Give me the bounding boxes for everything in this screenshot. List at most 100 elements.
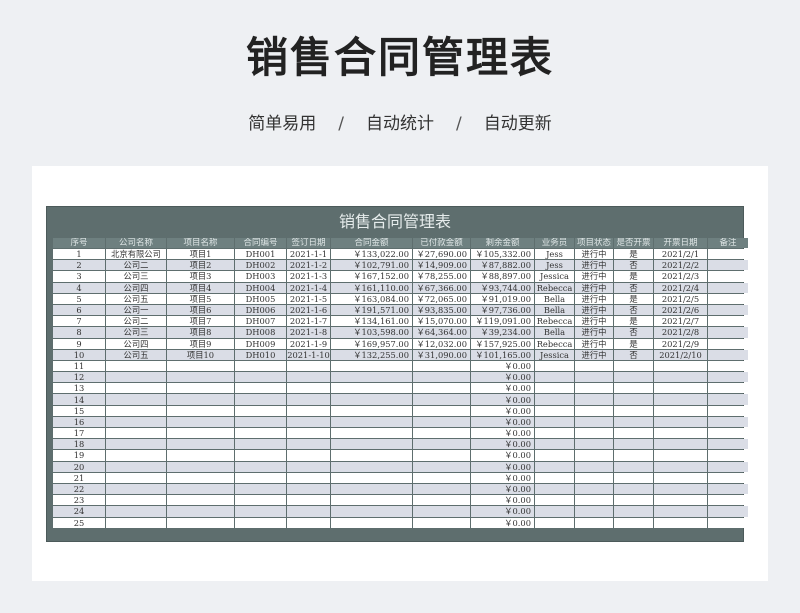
cell-col-sign-date[interactable]: [287, 428, 330, 439]
cell-col-contract-no[interactable]: [235, 372, 286, 383]
cell-col-remarks[interactable]: [708, 372, 748, 383]
cell-col-project[interactable]: [167, 495, 234, 506]
cell-col-project-status[interactable]: 进行中: [575, 316, 613, 327]
cell-col-sign-date[interactable]: [287, 472, 330, 483]
cell-col-salesperson[interactable]: [535, 372, 574, 383]
cell-col-index[interactable]: 3: [53, 271, 105, 282]
cell-col-company[interactable]: [106, 405, 166, 416]
cell-col-sign-date[interactable]: 2021-1-10: [287, 349, 330, 360]
cell-col-paid-amount[interactable]: [413, 360, 470, 372]
cell-col-invoiced[interactable]: [614, 461, 653, 472]
cell-col-invoice-date[interactable]: [654, 483, 707, 495]
cell-col-remaining-amount[interactable]: ￥87,882.00: [471, 260, 534, 271]
cell-col-salesperson[interactable]: [535, 360, 574, 372]
cell-col-remaining-amount[interactable]: ￥0.00: [471, 472, 534, 483]
cell-col-invoice-date[interactable]: 2021/2/3: [654, 271, 707, 282]
cell-col-invoice-date[interactable]: 2021/2/10: [654, 349, 707, 360]
cell-col-invoice-date[interactable]: [654, 360, 707, 372]
cell-col-contract-amount[interactable]: ￥161,110.00: [331, 282, 412, 293]
cell-col-project[interactable]: [167, 461, 234, 472]
cell-col-contract-amount[interactable]: [331, 483, 412, 495]
cell-col-sign-date[interactable]: [287, 506, 330, 517]
cell-col-salesperson[interactable]: [535, 450, 574, 461]
cell-col-contract-no[interactable]: DH002: [235, 260, 286, 271]
cell-col-paid-amount[interactable]: ￥64,364.00: [413, 327, 470, 338]
cell-col-company[interactable]: [106, 506, 166, 517]
cell-col-invoiced[interactable]: 是: [614, 316, 653, 327]
cell-col-project[interactable]: [167, 372, 234, 383]
cell-col-paid-amount[interactable]: [413, 517, 470, 528]
cell-col-sign-date[interactable]: [287, 483, 330, 495]
cell-col-paid-amount[interactable]: [413, 506, 470, 517]
cell-col-invoiced[interactable]: 是: [614, 249, 653, 260]
cell-col-remaining-amount[interactable]: ￥0.00: [471, 416, 534, 427]
cell-col-invoice-date[interactable]: 2021/2/4: [654, 282, 707, 293]
cell-col-sign-date[interactable]: [287, 517, 330, 528]
cell-col-contract-no[interactable]: DH009: [235, 338, 286, 349]
cell-col-company[interactable]: [106, 394, 166, 405]
cell-col-remarks[interactable]: [708, 249, 748, 260]
cell-col-remaining-amount[interactable]: ￥93,744.00: [471, 282, 534, 293]
cell-col-paid-amount[interactable]: [413, 439, 470, 450]
cell-col-invoiced[interactable]: 是: [614, 338, 653, 349]
cell-col-project-status[interactable]: 进行中: [575, 349, 613, 360]
cell-col-contract-no[interactable]: DH008: [235, 327, 286, 338]
cell-col-remarks[interactable]: [708, 461, 748, 472]
cell-col-sign-date[interactable]: 2021-1-2: [287, 260, 330, 271]
cell-col-company[interactable]: 公司四: [106, 282, 166, 293]
cell-col-contract-no[interactable]: [235, 506, 286, 517]
cell-col-salesperson[interactable]: [535, 428, 574, 439]
cell-col-project-status[interactable]: [575, 506, 613, 517]
cell-col-contract-amount[interactable]: [331, 360, 412, 372]
cell-col-contract-amount[interactable]: [331, 472, 412, 483]
cell-col-salesperson[interactable]: [535, 383, 574, 394]
cell-col-project-status[interactable]: [575, 372, 613, 383]
cell-col-project[interactable]: [167, 383, 234, 394]
cell-col-index[interactable]: 2: [53, 260, 105, 271]
cell-col-contract-amount[interactable]: [331, 506, 412, 517]
cell-col-remarks[interactable]: [708, 327, 748, 338]
cell-col-paid-amount[interactable]: [413, 472, 470, 483]
cell-col-paid-amount[interactable]: [413, 428, 470, 439]
cell-col-remaining-amount[interactable]: ￥0.00: [471, 483, 534, 495]
cell-col-paid-amount[interactable]: [413, 416, 470, 427]
cell-col-invoice-date[interactable]: [654, 416, 707, 427]
cell-col-contract-amount[interactable]: [331, 394, 412, 405]
cell-col-contract-amount[interactable]: ￥132,255.00: [331, 349, 412, 360]
cell-col-company[interactable]: [106, 383, 166, 394]
cell-col-sign-date[interactable]: 2021-1-6: [287, 304, 330, 316]
cell-col-invoiced[interactable]: [614, 517, 653, 528]
cell-col-project-status[interactable]: 进行中: [575, 271, 613, 282]
cell-col-index[interactable]: 12: [53, 372, 105, 383]
cell-col-remarks[interactable]: [708, 472, 748, 483]
cell-col-contract-amount[interactable]: [331, 495, 412, 506]
cell-col-company[interactable]: 公司三: [106, 327, 166, 338]
cell-col-company[interactable]: [106, 483, 166, 495]
cell-col-project-status[interactable]: 进行中: [575, 282, 613, 293]
cell-col-invoiced[interactable]: 是: [614, 271, 653, 282]
cell-col-sign-date[interactable]: 2021-1-7: [287, 316, 330, 327]
cell-col-invoiced[interactable]: 否: [614, 349, 653, 360]
cell-col-invoiced[interactable]: [614, 405, 653, 416]
cell-col-invoiced[interactable]: [614, 495, 653, 506]
cell-col-remarks[interactable]: [708, 450, 748, 461]
cell-col-index[interactable]: 20: [53, 461, 105, 472]
cell-col-remarks[interactable]: [708, 405, 748, 416]
cell-col-remarks[interactable]: [708, 349, 748, 360]
cell-col-index[interactable]: 1: [53, 249, 105, 260]
cell-col-project-status[interactable]: [575, 483, 613, 495]
cell-col-contract-amount[interactable]: ￥102,791.00: [331, 260, 412, 271]
cell-col-index[interactable]: 18: [53, 439, 105, 450]
cell-col-salesperson[interactable]: [535, 394, 574, 405]
cell-col-salesperson[interactable]: Jess: [535, 260, 574, 271]
cell-col-salesperson[interactable]: Bella: [535, 327, 574, 338]
cell-col-project[interactable]: 项目2: [167, 260, 234, 271]
cell-col-contract-no[interactable]: [235, 360, 286, 372]
cell-col-sign-date[interactable]: 2021-1-8: [287, 327, 330, 338]
cell-col-company[interactable]: 公司三: [106, 271, 166, 282]
cell-col-invoice-date[interactable]: [654, 506, 707, 517]
cell-col-index[interactable]: 16: [53, 416, 105, 427]
cell-col-project-status[interactable]: [575, 461, 613, 472]
cell-col-project[interactable]: 项目8: [167, 327, 234, 338]
cell-col-remarks[interactable]: [708, 517, 748, 528]
